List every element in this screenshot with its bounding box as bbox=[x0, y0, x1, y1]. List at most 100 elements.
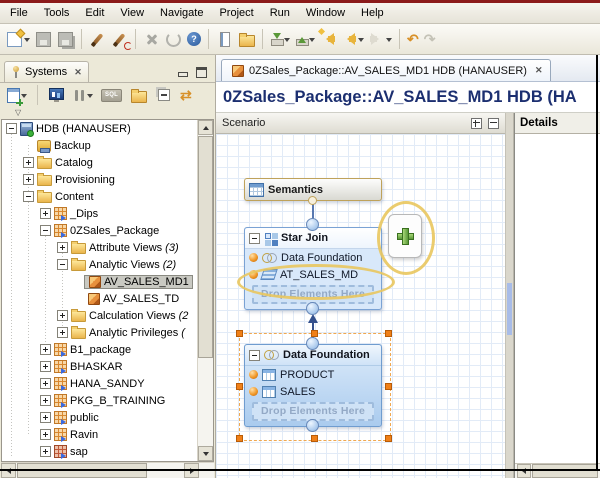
expand-icon[interactable] bbox=[40, 429, 51, 440]
expand-icon[interactable] bbox=[40, 361, 51, 372]
tree-item-hana-sandy[interactable]: HANA_SANDY bbox=[2, 375, 213, 392]
scrollbar-thumb[interactable] bbox=[532, 464, 598, 478]
tree-item-pkg-b-training[interactable]: PKG_B_TRAINING bbox=[2, 392, 213, 409]
chevron-down-icon[interactable] bbox=[87, 93, 93, 101]
collapse-right-icon[interactable] bbox=[507, 350, 513, 356]
chevron-down-icon[interactable] bbox=[24, 37, 30, 45]
menu-help[interactable]: Help bbox=[353, 5, 392, 21]
activate-button[interactable] bbox=[87, 29, 108, 50]
tree-item-av-sales-td[interactable]: AV_SALES_TD bbox=[2, 290, 213, 307]
menu-view[interactable]: View bbox=[112, 5, 152, 21]
tree-item-content[interactable]: Content bbox=[2, 188, 213, 205]
tree-item-hdb[interactable]: HDB (HANAUSER) bbox=[2, 120, 213, 137]
save-all-button[interactable] bbox=[55, 29, 76, 50]
splitter-handle[interactable] bbox=[507, 283, 512, 335]
chevron-down-icon[interactable] bbox=[386, 37, 392, 45]
selection-handle[interactable] bbox=[311, 435, 318, 442]
back-button[interactable] bbox=[339, 31, 366, 47]
selection-handle[interactable] bbox=[385, 383, 392, 390]
close-icon[interactable]: ✕ bbox=[535, 65, 543, 76]
expand-icon[interactable] bbox=[40, 344, 51, 355]
collapse-icon[interactable] bbox=[23, 191, 34, 202]
scroll-up-button[interactable] bbox=[198, 120, 213, 135]
tree-item-attribute-views[interactable]: Attribute Views (3) bbox=[2, 239, 213, 256]
tree-item-0zsales-package[interactable]: 0ZSales_Package bbox=[2, 222, 213, 239]
view-menu-arrow[interactable]: ▽ bbox=[0, 107, 215, 119]
tab-systems[interactable]: Systems ✕ bbox=[4, 61, 89, 82]
open-folder-button[interactable] bbox=[128, 85, 149, 106]
sql-console-button[interactable]: SQL bbox=[99, 87, 124, 104]
selection-handle[interactable] bbox=[385, 435, 392, 442]
delete-button[interactable] bbox=[141, 29, 162, 50]
menu-edit[interactable]: Edit bbox=[77, 5, 112, 21]
collapse-icon[interactable] bbox=[57, 259, 68, 270]
expand-icon[interactable] bbox=[23, 174, 34, 185]
collapse-icon[interactable] bbox=[249, 232, 260, 244]
tree-item-provisioning[interactable]: Provisioning bbox=[2, 171, 213, 188]
menu-navigate[interactable]: Navigate bbox=[152, 5, 211, 21]
tree-item-dips[interactable]: _Dips bbox=[2, 205, 213, 222]
star-join-row-data-foundation[interactable]: Data Foundation bbox=[245, 249, 381, 266]
menu-project[interactable]: Project bbox=[211, 5, 261, 21]
plus-icon[interactable] bbox=[397, 228, 413, 244]
chevron-down-icon[interactable] bbox=[309, 37, 315, 45]
add-object-popup[interactable] bbox=[388, 214, 422, 258]
tree-item-b1-package[interactable]: B1_package bbox=[2, 341, 213, 358]
star-join-row-at-sales-md[interactable]: AT_SALES_MD bbox=[245, 266, 381, 283]
selection-handle[interactable] bbox=[385, 330, 392, 337]
tree-item-backup[interactable]: Backup bbox=[2, 137, 213, 154]
expand-icon[interactable] bbox=[23, 157, 34, 168]
selection-handle[interactable] bbox=[236, 435, 243, 442]
tree-item-calculation-views[interactable]: Calculation Views (2 bbox=[2, 307, 213, 324]
revert-button[interactable] bbox=[163, 29, 184, 50]
tree-item-public[interactable]: public bbox=[2, 409, 213, 426]
add-system-button[interactable] bbox=[5, 86, 29, 106]
redo-button[interactable]: ↷ bbox=[422, 30, 438, 48]
refresh-button[interactable]: ⇄ bbox=[178, 86, 194, 104]
connection-point[interactable] bbox=[306, 218, 319, 231]
expand-icon[interactable] bbox=[40, 378, 51, 389]
selection-handle[interactable] bbox=[311, 330, 318, 337]
collapse-icon[interactable] bbox=[40, 225, 51, 236]
minimize-button[interactable] bbox=[178, 68, 189, 78]
expand-icon[interactable] bbox=[57, 327, 68, 338]
help-button[interactable]: ? bbox=[185, 30, 203, 48]
scrollbar-thumb[interactable] bbox=[198, 136, 213, 358]
connection-point[interactable] bbox=[306, 337, 319, 350]
tree-item-catalog[interactable]: Catalog bbox=[2, 154, 213, 171]
tree-vertical-scrollbar[interactable] bbox=[197, 120, 213, 461]
expand-icon[interactable] bbox=[40, 395, 51, 406]
expand-icon[interactable] bbox=[40, 412, 51, 423]
tree-item-analytic-privileges[interactable]: Analytic Privileges( bbox=[2, 324, 213, 341]
expand-icon[interactable] bbox=[40, 446, 51, 457]
close-icon[interactable]: ✕ bbox=[74, 67, 82, 78]
connection-point[interactable] bbox=[308, 196, 317, 205]
save-button[interactable] bbox=[33, 29, 54, 50]
last-edit-location-button[interactable] bbox=[317, 27, 338, 47]
scenario-canvas[interactable]: Semantics Star Join Data Foundation AT_S… bbox=[216, 134, 505, 478]
star-join-node[interactable]: Star Join Data Foundation AT_SALES_MD Dr… bbox=[244, 227, 382, 310]
collapse-all-icon[interactable] bbox=[488, 117, 499, 129]
connection-point[interactable] bbox=[306, 419, 319, 432]
linked-editor-button[interactable] bbox=[214, 29, 235, 50]
chevron-down-icon[interactable] bbox=[284, 37, 290, 45]
open-folder-button[interactable] bbox=[236, 29, 257, 50]
expand-icon[interactable] bbox=[57, 242, 68, 253]
expand-all-icon[interactable] bbox=[471, 117, 482, 129]
collapse-left-icon[interactable] bbox=[507, 253, 513, 259]
selection-handle[interactable] bbox=[236, 330, 243, 337]
scroll-left-button[interactable] bbox=[517, 464, 531, 478]
forward-button[interactable] bbox=[367, 31, 394, 47]
connection-point[interactable] bbox=[306, 302, 319, 315]
configuration-button[interactable] bbox=[71, 87, 95, 104]
selection-handle[interactable] bbox=[236, 383, 243, 390]
import-button[interactable] bbox=[268, 31, 292, 48]
panel-splitter[interactable] bbox=[505, 113, 514, 478]
expand-icon[interactable] bbox=[57, 310, 68, 321]
tree-item-av-sales-md1[interactable]: AV_SALES_MD1 bbox=[2, 273, 213, 290]
menu-window[interactable]: Window bbox=[298, 5, 353, 21]
tree-item-bhaskar[interactable]: BHASKAR bbox=[2, 358, 213, 375]
collapse-all-button[interactable] bbox=[153, 85, 174, 106]
tree-item-ravin[interactable]: Ravin bbox=[2, 426, 213, 443]
administration-console-button[interactable] bbox=[46, 85, 67, 106]
